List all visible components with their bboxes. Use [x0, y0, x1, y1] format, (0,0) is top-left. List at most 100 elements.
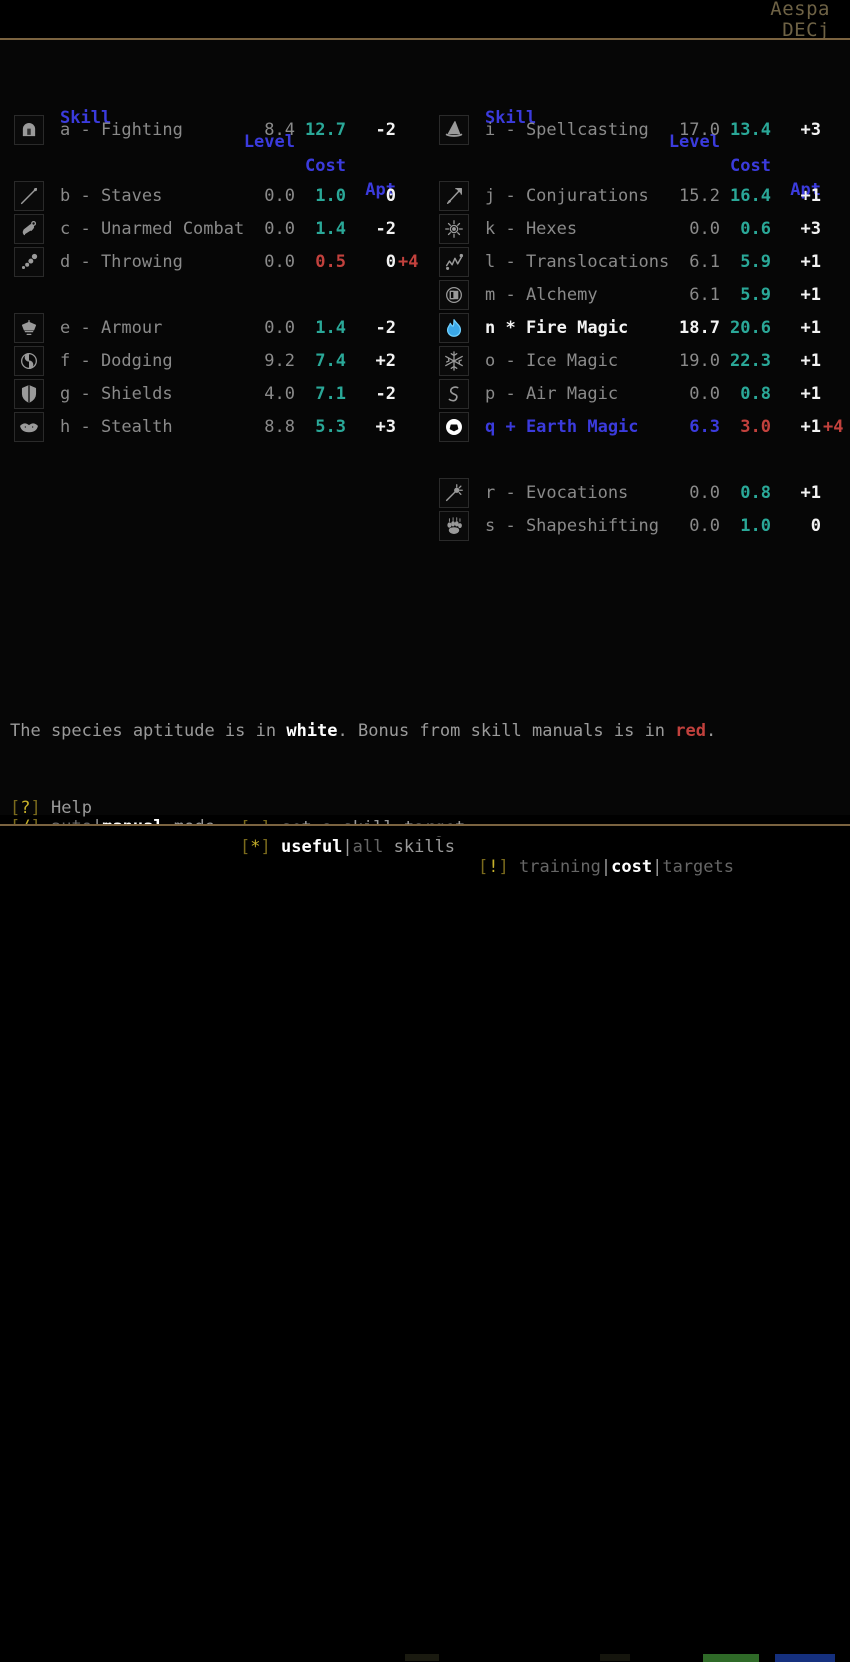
skill-name: a - Fighting — [60, 120, 183, 140]
cmd-display-cost[interactable]: cost — [611, 857, 652, 877]
staff-icon — [14, 181, 44, 211]
skill-aptitude: +1 — [800, 384, 821, 404]
cmd-skill-filter[interactable]: [*] useful|all skills — [240, 837, 455, 857]
skill-cost: 0.8 — [740, 384, 771, 404]
skill-aptitude: -2 — [375, 384, 396, 404]
skill-cost: 0.5 — [315, 252, 346, 272]
skill-aptitude: +1 — [800, 252, 821, 272]
skill-name: r - Evocations — [485, 483, 629, 503]
skill-name: e - Armour — [60, 318, 163, 338]
cmd-filter-all[interactable]: all — [353, 837, 384, 857]
skill-row[interactable]: g - Shields 4.0 7.1 -2 — [0, 379, 420, 412]
skill-aptitude: -2 — [375, 318, 396, 338]
stealth-mask-icon — [14, 412, 44, 442]
cmd-filter-useful[interactable]: useful — [281, 837, 342, 857]
skill-level: 15.2 — [679, 186, 720, 206]
bottom-status-strip — [0, 826, 850, 1662]
skill-cost: 7.1 — [315, 384, 346, 404]
skill-level: 4.0 — [264, 384, 295, 404]
skill-name: n * Fire Magic — [485, 318, 629, 338]
skill-cost: 1.4 — [315, 219, 346, 239]
player-name: Aespa — [770, 0, 830, 20]
skill-row[interactable]: i - Spellcasting 17.0 13.4 +3 — [425, 115, 845, 148]
column-header-right: Skill Level Cost Apt — [425, 82, 845, 200]
skill-row[interactable]: k - Hexes 0.0 0.6 +3 — [425, 214, 845, 247]
skill-cost: 7.4 — [315, 351, 346, 371]
skill-cost: 16.4 — [730, 186, 771, 206]
skill-row[interactable]: s - Shapeshifting 0.0 1.0 0 — [425, 511, 845, 544]
skill-row[interactable]: r - Evocations 0.0 0.8 +1 — [425, 478, 845, 511]
skill-name: f - Dodging — [60, 351, 173, 371]
skill-name: l - Translocations — [485, 252, 670, 272]
skill-level: 6.1 — [689, 285, 720, 305]
skill-name: j - Conjurations — [485, 186, 649, 206]
skill-row[interactable]: n * Fire Magic 18.7 20.6 +1 — [425, 313, 845, 346]
skill-level: 9.2 — [264, 351, 295, 371]
skill-row[interactable]: c - Unarmed Combat 0.0 1.4 -2 — [0, 214, 420, 247]
skill-name: d - Throwing — [60, 252, 183, 272]
skill-row[interactable]: q + Earth Magic 6.3 3.0 +1 +4 — [425, 412, 845, 445]
skill-row[interactable]: b - Staves 0.0 1.0 0 — [0, 181, 420, 214]
cmd-display-key: ! — [488, 857, 499, 877]
fire-magic-icon — [439, 313, 469, 343]
skill-row[interactable]: h - Stealth 8.8 5.3 +3 — [0, 412, 420, 445]
skill-name: i - Spellcasting — [485, 120, 649, 140]
skill-cost: 5.9 — [740, 285, 771, 305]
dodging-icon — [14, 346, 44, 376]
legend-white-word: white — [286, 721, 338, 741]
skill-name: p - Air Magic — [485, 384, 619, 404]
earth-magic-icon — [439, 412, 469, 442]
aptitude-legend: The species aptitude is in white. Bonus … — [10, 720, 716, 742]
skill-name: m - Alchemy — [485, 285, 598, 305]
armour-icon — [14, 313, 44, 343]
skill-level: 0.0 — [689, 384, 720, 404]
skill-name: s - Shapeshifting — [485, 516, 659, 536]
ice-magic-icon — [439, 346, 469, 376]
skill-level: 6.3 — [689, 417, 720, 437]
column-header-left: Skill Level Cost Apt — [0, 82, 420, 200]
legend-part2: . Bonus from skill manuals is in — [337, 721, 676, 741]
legend-part1: The species aptitude is in — [10, 721, 287, 741]
skill-level: 8.8 — [264, 417, 295, 437]
skill-aptitude: 0 — [810, 516, 821, 536]
skill-row[interactable]: l - Translocations 6.1 5.9 +1 — [425, 247, 845, 280]
skill-level: 19.0 — [679, 351, 720, 371]
skill-level: 0.0 — [689, 219, 720, 239]
alchemy-icon — [439, 280, 469, 310]
cmd-display-training[interactable]: training — [519, 857, 601, 877]
skill-row[interactable]: j - Conjurations 15.2 16.4 +1 — [425, 181, 845, 214]
skill-row[interactable]: f - Dodging 9.2 7.4 +2 — [0, 346, 420, 379]
translocations-icon — [439, 247, 469, 277]
fist-icon — [14, 214, 44, 244]
skill-row[interactable]: a - Fighting 8.4 12.7 -2 — [0, 115, 420, 148]
skill-row[interactable]: e - Armour 0.0 1.4 -2 — [0, 313, 420, 346]
skill-aptitude: +1 — [800, 417, 821, 437]
cmd-display-targets[interactable]: targets — [662, 857, 734, 877]
skill-cost: 12.7 — [305, 120, 346, 140]
skill-level: 6.1 — [689, 252, 720, 272]
skill-cost: 20.6 — [730, 318, 771, 338]
cmd-display-mode[interactable]: [!] training|cost|targets — [478, 857, 734, 877]
skill-row[interactable]: m - Alchemy 6.1 5.9 +1 — [425, 280, 845, 313]
status-bar-green — [703, 1654, 759, 1662]
skill-name: b - Staves — [60, 186, 163, 206]
skill-row[interactable]: d - Throwing 0.0 0.5 0 +4 — [0, 247, 420, 280]
skill-name: h - Stealth — [60, 417, 173, 437]
skill-level: 0.0 — [689, 516, 720, 536]
skill-level: 0.0 — [264, 252, 295, 272]
cmd-filter-key: * — [250, 837, 261, 857]
skill-level: 0.0 — [264, 186, 295, 206]
skill-aptitude: 0 — [385, 252, 396, 272]
skill-cost: 5.9 — [740, 252, 771, 272]
status-marker-2 — [600, 1654, 630, 1661]
air-magic-icon — [439, 379, 469, 409]
skill-cost: 5.3 — [315, 417, 346, 437]
skill-cost: 1.0 — [315, 186, 346, 206]
skill-name: c - Unarmed Combat — [60, 219, 245, 239]
cmd-help-label: Help — [51, 798, 92, 818]
skill-aptitude: +1 — [800, 351, 821, 371]
skill-aptitude: +3 — [375, 417, 396, 437]
skill-row[interactable]: o - Ice Magic 19.0 22.3 +1 — [425, 346, 845, 379]
skill-cost: 1.4 — [315, 318, 346, 338]
skill-row[interactable]: p - Air Magic 0.0 0.8 +1 — [425, 379, 845, 412]
